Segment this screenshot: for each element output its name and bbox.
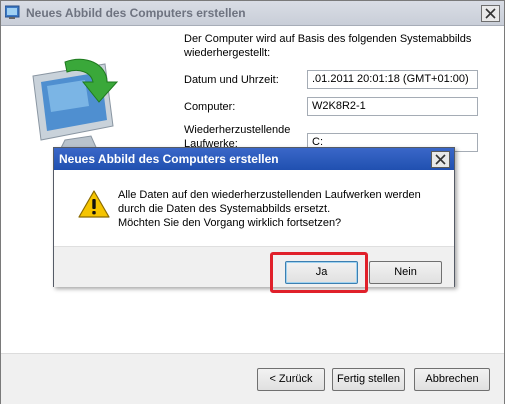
close-icon [435,154,446,165]
cancel-button[interactable]: Abbrechen [414,368,490,391]
dialog-footer: Ja Nein [54,246,454,293]
computer-field: W2K8R2-1 [307,97,478,116]
warning-icon [78,190,110,218]
dialog-message-line2: durch die Daten des Systemabbilds ersetz… [118,203,331,215]
drives-label-line1: Wiederherzustellende [184,124,291,136]
close-icon [485,8,496,19]
yes-button[interactable]: Ja [285,261,358,284]
dialog-close-button[interactable] [431,151,450,168]
back-button[interactable]: < Zurück [257,368,325,391]
finish-button[interactable]: Fertig stellen [332,368,405,391]
datetime-field: .01.2011 20:01:18 (GMT+01:00) [307,70,478,89]
wizard-footer: < Zurück Fertig stellen Abbrechen [1,353,504,404]
dialog-message-line3: Möchten Sie den Vorgang wirklich fortset… [118,217,342,229]
computer-label: Computer: [184,101,236,113]
window-icon [4,5,21,20]
datetime-label: Datum und Uhrzeit: [184,74,279,86]
intro-text-line1: Der Computer wird auf Basis des folgende… [184,33,472,45]
intro-text-line2: wiederhergestellt: [184,47,271,59]
close-button[interactable] [481,5,500,22]
dialog-body: Alle Daten auf den wiederherzustellenden… [54,170,454,246]
dialog-message-line1: Alle Daten auf den wiederherzustellenden… [118,189,421,201]
window-title: Neues Abbild des Computers erstellen [26,6,246,20]
window-titlebar: Neues Abbild des Computers erstellen [1,1,504,26]
confirm-dialog: Neues Abbild des Computers erstellen All… [53,147,455,293]
dialog-message: Alle Daten auf den wiederherzustellenden… [118,188,438,230]
no-button[interactable]: Nein [369,261,442,284]
dialog-title: Neues Abbild des Computers erstellen [59,152,279,166]
dialog-titlebar: Neues Abbild des Computers erstellen [54,148,454,170]
